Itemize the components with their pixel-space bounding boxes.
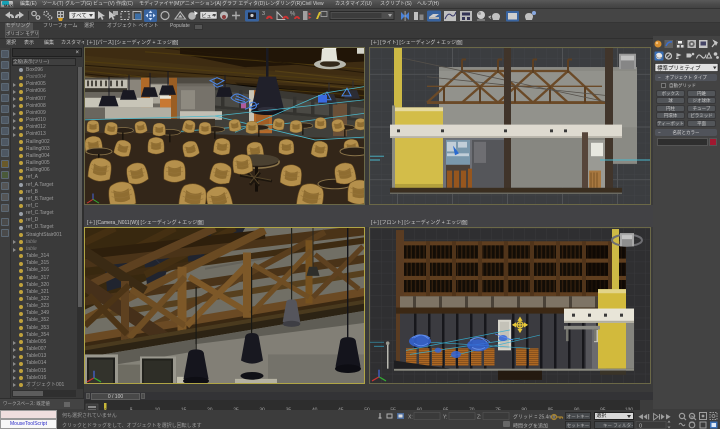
svg-text:標準プリミティブ: 標準プリミティブ [657,64,701,72]
svg-text:Z:: Z: [477,415,481,421]
svg-text:0: 0 [639,424,642,429]
svg-text:%: % [691,414,695,419]
svg-text:グリッド = 25.4mm: グリッド = 25.4mm [513,414,557,421]
svg-text:すべて: すべて [71,13,87,20]
svg-text:3: 3 [262,11,265,17]
svg-text:時間タグを追加: 時間タグを追加 [513,423,548,429]
svg-text:Y:: Y: [443,415,447,421]
svg-text:%: % [290,12,296,18]
svg-text:X:: X: [408,415,413,421]
